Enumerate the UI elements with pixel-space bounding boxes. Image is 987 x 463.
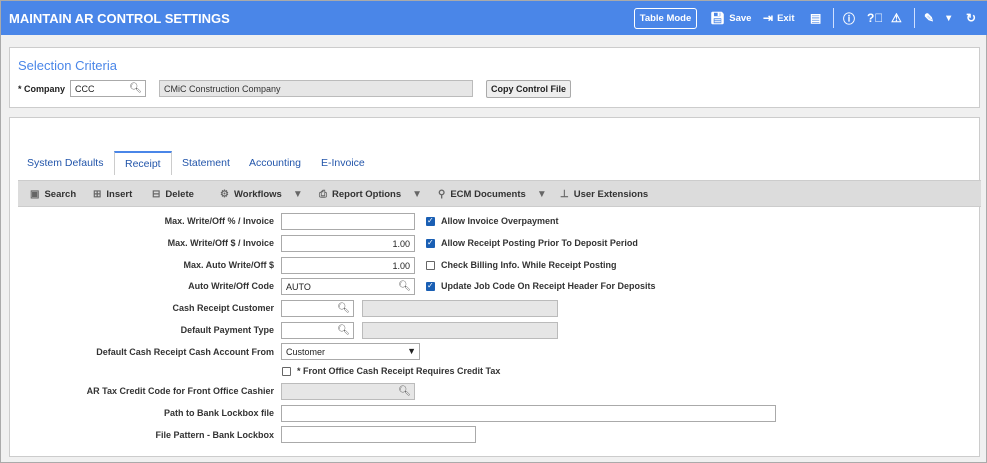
search-icon[interactable]: 🔍︎ <box>129 83 142 94</box>
chevron-down-icon: ▼ <box>412 188 423 200</box>
front-office-credit-tax-checkbox[interactable] <box>282 367 291 376</box>
workflows-button[interactable]: ⚙ Workflows ▼ <box>220 181 303 207</box>
warning-icon[interactable]: ⚠ <box>891 1 902 35</box>
search-icon[interactable]: 🔍︎ <box>398 386 411 397</box>
search-icon: ▣ <box>30 188 40 200</box>
save-button[interactable]: 💾︎ Save <box>710 1 751 35</box>
ar-tax-credit-code-label: AR Tax Credit Code for Front Office Cash… <box>86 386 274 396</box>
max-writeoff-amt-input[interactable]: 1.00 <box>281 235 415 252</box>
selection-heading: Selection Criteria <box>18 58 117 73</box>
company-name-field: CMiC Construction Company <box>159 80 473 97</box>
divider <box>833 8 834 28</box>
title-bar: MAINTAIN AR CONTROL SETTINGS Table Mode … <box>1 1 987 35</box>
auto-writeoff-code-input[interactable]: AUTO 🔍︎ <box>281 278 415 295</box>
chevron-down-icon[interactable]: ▼ <box>944 1 953 35</box>
tab-accounting[interactable]: Accounting <box>239 151 311 175</box>
edit-icon[interactable]: ✎ <box>924 1 934 35</box>
allow-invoice-overpayment-checkbox[interactable] <box>426 216 435 226</box>
tab-system-defaults[interactable]: System Defaults <box>17 151 113 175</box>
divider <box>914 8 915 28</box>
max-writeoff-pct-input[interactable] <box>281 213 415 230</box>
allow-invoice-overpayment-label: Allow Invoice Overpayment <box>441 216 559 226</box>
printer-icon: ⎙ <box>319 188 327 200</box>
front-office-credit-tax-label: * Front Office Cash Receipt Requires Cre… <box>297 366 501 376</box>
search-icon[interactable]: 🔍︎ <box>398 281 411 292</box>
allow-receipt-posting-prior-checkbox[interactable] <box>426 238 435 248</box>
action-toolbar: ▣ Search ⊞ Insert ⊟ Delete ⚙ Workflows ▼ ⎙ Rep… <box>18 180 981 207</box>
hierarchy-icon: ⊥ <box>560 188 569 200</box>
check-billing-info-checkbox[interactable] <box>426 261 435 270</box>
default-cash-account-from-label: Default Cash Receipt Cash Account From <box>96 347 274 357</box>
update-job-code-label: Update Job Code On Receipt Header For De… <box>441 281 656 291</box>
search-icon[interactable]: 🔍︎ <box>337 303 350 314</box>
company-input[interactable]: CCC 🔍︎ <box>70 80 146 97</box>
path-bank-lockbox-label: Path to Bank Lockbox file <box>163 408 274 418</box>
cash-receipt-customer-name <box>362 300 558 317</box>
exit-button[interactable]: ⇥ Exit <box>763 1 795 35</box>
path-bank-lockbox-input[interactable] <box>281 405 776 422</box>
cash-receipt-customer-input[interactable]: 🔍︎ <box>281 300 354 317</box>
gears-icon: ⚙ <box>220 188 229 200</box>
chevron-down-icon: ▼ <box>407 346 416 356</box>
ecm-documents-button[interactable]: ⚲ ECM Documents ▼ <box>438 181 547 207</box>
search-icon[interactable]: 🔍︎ <box>337 325 350 336</box>
refresh-icon[interactable]: ↻ <box>966 1 976 35</box>
file-pattern-lockbox-label: File Pattern - Bank Lockbox <box>155 430 274 440</box>
chevron-down-icon: ▼ <box>292 188 303 200</box>
exit-icon: ⇥ <box>763 11 774 25</box>
file-pattern-lockbox-input[interactable] <box>281 426 476 443</box>
insert-button[interactable]: ⊞ Insert <box>93 181 132 207</box>
tab-receipt[interactable]: Receipt <box>114 151 172 175</box>
max-auto-writeoff-input[interactable]: 1.00 <box>281 257 415 274</box>
max-auto-writeoff-label: Max. Auto Write/Off $ <box>183 260 274 270</box>
default-payment-type-input[interactable]: 🔍︎ <box>281 322 354 339</box>
table-mode-button[interactable]: Table Mode <box>634 8 697 29</box>
tab-statement[interactable]: Statement <box>172 151 240 175</box>
user-extensions-button[interactable]: ⊥ User Extensions <box>560 181 648 207</box>
ecm-icon: ⚲ <box>438 188 446 200</box>
default-cash-account-from-select[interactable]: Customer ▼ <box>281 343 420 360</box>
chevron-down-icon: ▼ <box>536 188 547 200</box>
company-label: * Company <box>18 84 66 94</box>
report-options-button[interactable]: ⎙ Report Options ▼ <box>319 181 422 207</box>
search-button[interactable]: ▣ Search <box>30 181 76 207</box>
info-icon[interactable]: ⓘ <box>843 1 855 35</box>
delete-button[interactable]: ⊟ Delete <box>152 181 194 207</box>
tab-e-invoice[interactable]: E-Invoice <box>311 151 375 175</box>
copy-control-file-button[interactable]: Copy Control File <box>486 80 571 98</box>
delete-icon: ⊟ <box>152 188 161 200</box>
ar-tax-credit-code-input[interactable]: 🔍︎ <box>281 383 415 400</box>
auto-writeoff-code-label: Auto Write/Off Code <box>188 281 274 291</box>
selection-panel <box>9 47 980 108</box>
update-job-code-checkbox[interactable] <box>426 281 435 291</box>
max-writeoff-amt-label: Max. Write/Off $ / Invoice <box>167 238 274 248</box>
check-billing-info-label: Check Billing Info. While Receipt Postin… <box>441 260 617 270</box>
page-title: MAINTAIN AR CONTROL SETTINGS <box>9 11 230 26</box>
help-icon[interactable]: ?⃝ <box>867 1 883 35</box>
print-icon[interactable]: ▤ <box>810 1 821 35</box>
save-icon: 💾︎ <box>710 11 726 25</box>
insert-icon: ⊞ <box>93 188 102 200</box>
cash-receipt-customer-label: Cash Receipt Customer <box>172 303 274 313</box>
default-payment-type-desc <box>362 322 558 339</box>
default-payment-type-label: Default Payment Type <box>180 325 274 335</box>
max-writeoff-pct-label: Max. Write/Off % / Invoice <box>164 216 274 226</box>
allow-receipt-posting-prior-label: Allow Receipt Posting Prior To Deposit P… <box>441 238 638 248</box>
